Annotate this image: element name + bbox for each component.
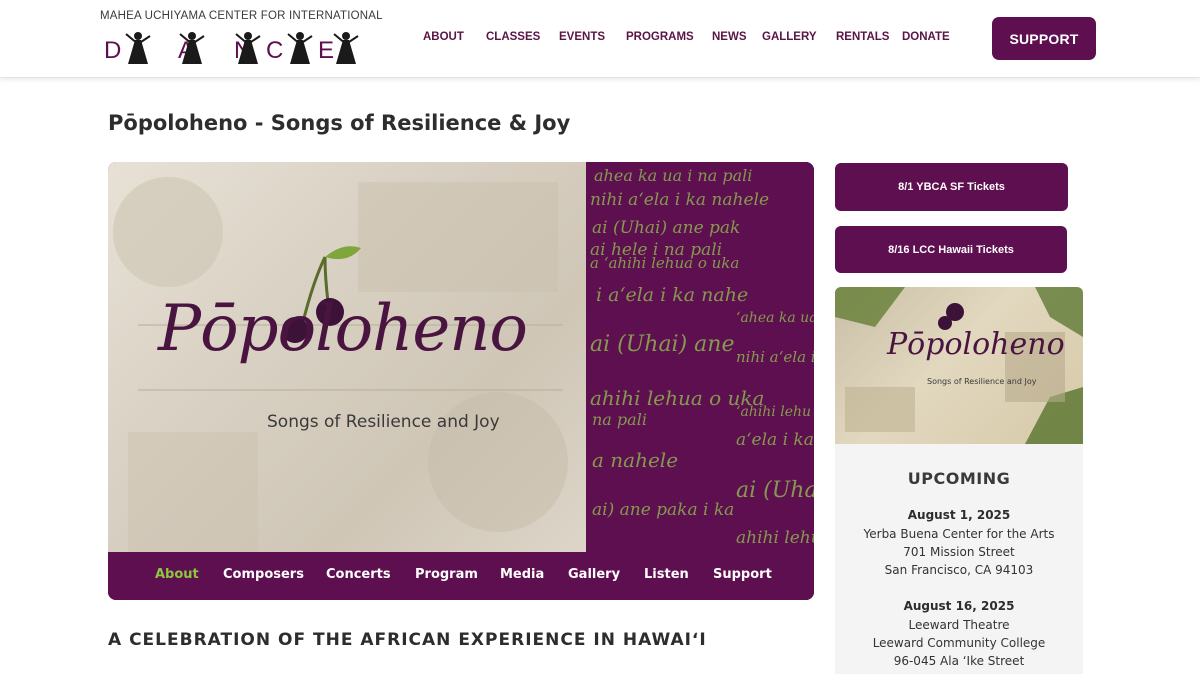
script-line: aʻela i ka [736,430,814,450]
nav-classes[interactable]: CLASSES [486,31,540,43]
upcoming-heading: UPCOMING [907,469,1011,488]
script-line: nihi aʻela i ka nahele [590,190,770,210]
script-line: ai (Uhai) ane [590,332,735,357]
logo-letter: C [266,37,283,64]
nav-rentals[interactable]: RENTALS [836,31,889,43]
hero-subtitle: Songs of Resilience and Joy [267,412,500,432]
page-title: Pōpoloheno - Songs of Resilience & Joy [108,111,571,135]
hero-logo-text: Pōpoloheno [158,292,528,366]
script-line: a ʻahihi lehua o uka [590,254,740,272]
poster-art [835,287,1083,444]
dancer-silhouette-icon [333,32,359,64]
upcoming-card: Pōpoloheno Songs of Resilience and Joy U… [835,287,1083,674]
support-button[interactable]: SUPPORT [992,17,1096,60]
tab-program[interactable]: Program [415,567,478,582]
logo-tagline: MAHEA UCHIYAMA CENTER FOR INTERNATIONAL [100,10,383,22]
logo-letter: D [104,37,121,64]
event-venue: Leeward Theatre [908,618,1010,632]
event-location: Leeward Community College [872,636,1046,650]
poster-logo-text: Pōpoloheno [887,327,1065,362]
site-header: MAHEA UCHIYAMA CENTER FOR INTERNATIONAL … [0,0,1200,78]
event-address: 96-045 Ala ʻIke Street [893,654,1025,668]
script-line: ʻahea ka ua i [736,310,814,326]
tab-media[interactable]: Media [500,567,544,582]
event-city: San Francisco, CA 94103 [884,563,1034,577]
hero-banner: Pōpoloheno Songs of Resilience and Joy a… [108,162,814,600]
poster-subtitle: Songs of Resilience and Joy [927,377,1037,386]
hero-script-panel: ahea ka ua i na pali nihi aʻela i ka nah… [586,162,814,552]
lcc-tickets-button[interactable]: 8/16 LCC Hawaii Tickets [835,226,1067,273]
nav-events[interactable]: EVENTS [559,31,605,43]
site-logo[interactable]: MAHEA UCHIYAMA CENTER FOR INTERNATIONAL … [100,10,383,68]
nav-gallery[interactable]: GALLERY [762,31,817,43]
script-line: ai) ane paka i ka [592,500,735,520]
poster-image[interactable]: Pōpoloheno Songs of Resilience and Joy [835,287,1083,444]
script-line: i aʻela i ka nahe [596,284,749,306]
nav-programs[interactable]: PROGRAMS [626,31,694,43]
hero-image: Pōpoloheno Songs of Resilience and Joy [108,162,586,552]
concert-subnav: About Composers Concerts Program Media G… [108,552,814,600]
dancer-silhouette-icon [125,32,151,64]
tab-composers[interactable]: Composers [223,567,304,582]
nav-news[interactable]: NEWS [712,31,747,43]
tab-listen[interactable]: Listen [644,567,689,582]
dancer-silhouette-icon [287,32,313,64]
ybca-tickets-button[interactable]: 8/1 YBCA SF Tickets [835,163,1068,211]
script-line: ai (Uhai) ane pak [592,218,741,238]
script-line: ai (Uhai [736,478,814,503]
nav-donate[interactable]: DONATE [902,31,950,43]
script-line: a nahele [592,448,679,472]
section-heading: A CELEBRATION OF THE AFRICAN EXPERIENCE … [108,630,707,650]
tab-about[interactable]: About [155,567,199,582]
tab-concerts[interactable]: Concerts [326,567,391,582]
event-date: August 16, 2025 [903,599,1015,613]
script-line: nihi aʻela i ka [736,348,814,366]
dance-logo-icon: DANCE [104,32,359,64]
tab-support[interactable]: Support [713,567,772,582]
script-line: ʻahihi lehu [736,404,812,420]
event-address: 701 Mission Street [903,545,1015,559]
event-date: August 1, 2025 [907,508,1011,522]
nav-about[interactable]: ABOUT [423,31,464,43]
tab-gallery[interactable]: Gallery [568,567,620,582]
script-line: na pali [592,410,647,429]
logo-letter: E [318,37,334,64]
script-line: ahihi lehu [736,528,814,548]
script-line: ahea ka ua i na pali [594,166,753,185]
event-venue: Yerba Buena Center for the Arts [863,527,1055,541]
